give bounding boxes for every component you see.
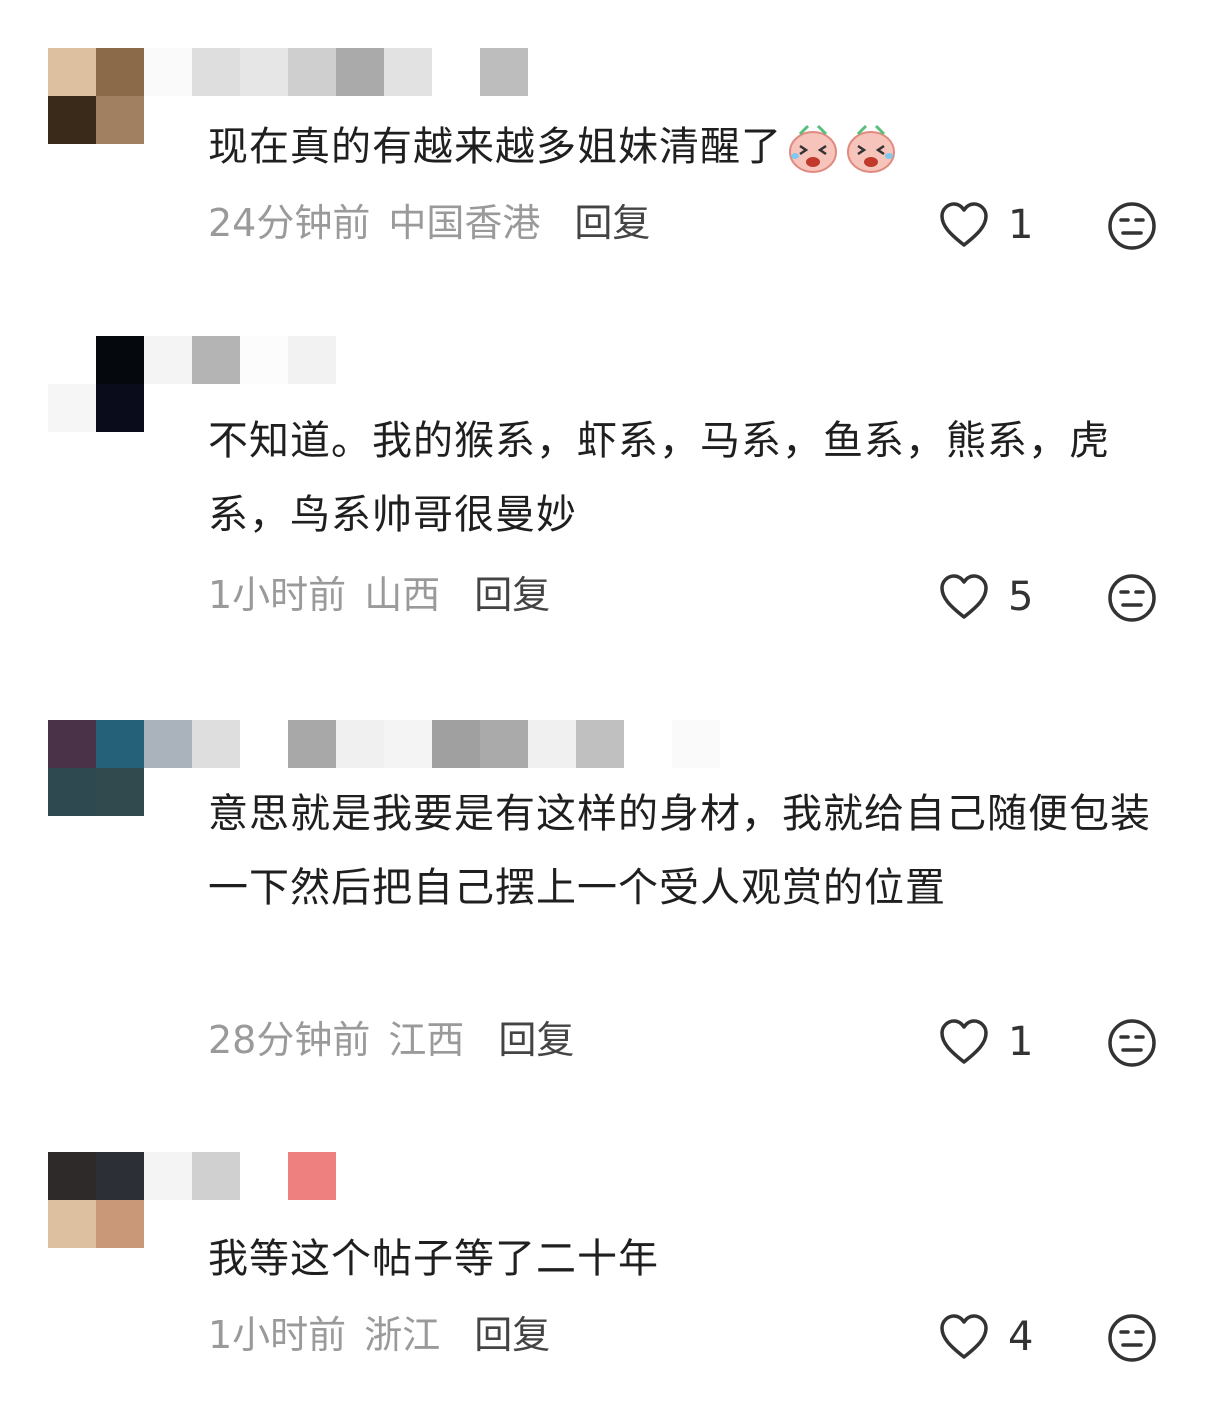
comment-time: 28分钟前: [208, 1018, 371, 1062]
comment-meta: 28分钟前 江西 回复: [208, 1015, 574, 1065]
comment-text-content: 现在真的有越来越多姐妹清醒了: [208, 124, 782, 170]
like-button[interactable]: 5: [938, 572, 1033, 622]
heart-outline-icon: [940, 1019, 988, 1064]
neutral-face-icon: [1108, 1314, 1156, 1362]
comment-text: 不知道。我的猴系，虾系，马系，鱼系，熊系，虎系，鸟系帅哥很曼妙: [208, 418, 1110, 538]
comment-time: 1小时前: [208, 1313, 347, 1357]
avatar[interactable]: [48, 720, 144, 816]
dislike-button[interactable]: [1106, 1017, 1158, 1069]
heart-outline-icon: [940, 202, 988, 247]
comment-time: 1小时前: [208, 573, 347, 617]
comment-time: 24分钟前: [208, 201, 371, 245]
comment-location: 浙江: [364, 1313, 441, 1357]
reply-button[interactable]: 回复: [498, 1015, 574, 1065]
like-button[interactable]: 1: [938, 1017, 1033, 1067]
dislike-button[interactable]: [1106, 1312, 1158, 1364]
heart-outline-icon: [940, 574, 988, 619]
heart-outline-icon: [940, 1314, 988, 1359]
reply-button[interactable]: 回复: [474, 1310, 550, 1360]
dislike-button[interactable]: [1106, 200, 1158, 252]
comment-meta: 1小时前 山西 回复: [208, 570, 550, 620]
avatar[interactable]: [48, 336, 144, 432]
comment-meta: 1小时前 浙江 回复: [208, 1310, 550, 1360]
like-count: 1: [1008, 202, 1034, 248]
username-redacted[interactable]: [144, 48, 528, 96]
avatar[interactable]: [48, 48, 144, 144]
comment-location: 山西: [364, 573, 441, 617]
username-redacted[interactable]: [144, 1152, 336, 1200]
like-count: 4: [1008, 1314, 1034, 1360]
neutral-face-icon: [1108, 574, 1156, 622]
username-redacted[interactable]: [144, 720, 720, 768]
comment-text: 我等这个帖子等了二十年: [208, 1236, 659, 1282]
avatar[interactable]: [48, 1152, 144, 1248]
like-button[interactable]: 1: [938, 200, 1033, 250]
comment-text: 现在真的有越来越多姐妹清醒了: [208, 110, 1168, 184]
comment-text: 意思就是我要是有这样的身材，我就给自己随便包装一下然后把自己摆上一个受人观赏的位…: [208, 791, 1151, 911]
crying-laughing-pig-emoji: [789, 124, 837, 173]
neutral-face-icon: [1108, 202, 1156, 250]
dislike-button[interactable]: [1106, 572, 1158, 624]
like-count: 1: [1008, 1019, 1034, 1065]
neutral-face-icon: [1108, 1019, 1156, 1067]
comment-location: 中国香港: [388, 201, 541, 245]
reply-button[interactable]: 回复: [574, 198, 650, 248]
comment-location: 江西: [388, 1018, 465, 1062]
reply-button[interactable]: 回复: [474, 570, 550, 620]
like-button[interactable]: 4: [938, 1312, 1033, 1362]
comment-meta: 24分钟前 中国香港 回复: [208, 198, 650, 248]
like-count: 5: [1008, 574, 1034, 620]
crying-laughing-pig-emoji: [847, 124, 895, 173]
username-redacted[interactable]: [144, 336, 336, 384]
